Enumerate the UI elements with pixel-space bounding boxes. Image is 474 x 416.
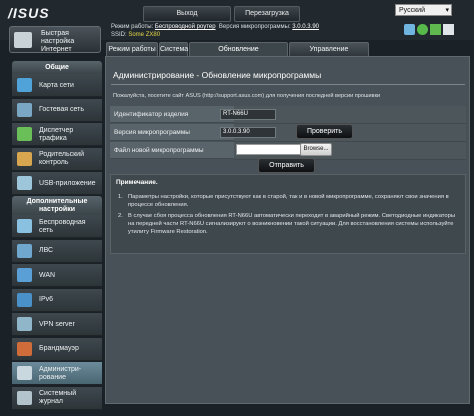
ipv6-icon xyxy=(17,292,32,307)
sidebar-item-label: Брандмауэр xyxy=(39,345,79,352)
vpn-icon xyxy=(17,317,32,331)
traffic-manager-icon xyxy=(17,127,32,141)
quick-setup-icon xyxy=(14,32,32,48)
sidebar-item-label: ЛВС xyxy=(39,247,54,254)
upload-button[interactable]: Отправить xyxy=(258,158,315,173)
sidebar-item-label: WAN xyxy=(39,271,56,279)
sidebar-item-ipv6[interactable]: IPv6 xyxy=(12,288,102,312)
status-icons xyxy=(404,24,470,36)
language-select[interactable]: Русский ▾ xyxy=(395,4,452,16)
title-divider xyxy=(111,84,465,85)
logout-button[interactable]: Выход xyxy=(143,6,231,22)
sidebar-item-system-log[interactable]: Системный журнал xyxy=(12,386,102,410)
ssid-value-2: ZX80 xyxy=(145,32,161,38)
note-item: 2. В случае сбоя процесса обновления RT-N… xyxy=(118,213,456,235)
usb-status-icon[interactable] xyxy=(430,24,441,35)
usb-icon xyxy=(17,176,32,190)
check-update-button[interactable]: Проверить xyxy=(296,124,353,139)
sidebar-item-lan[interactable]: ЛВС xyxy=(12,239,102,263)
sidebar-item-wan[interactable]: WAN xyxy=(12,264,102,287)
page-title: Администрирование - Обновление микропрог… xyxy=(113,70,322,80)
product-id-row: Идентификатор изделия RT-N66U xyxy=(110,106,466,124)
administration-icon xyxy=(17,366,32,380)
sidebar-item-wireless[interactable]: Беспроводная сеть xyxy=(12,215,102,238)
sidebar-item-administration[interactable]: Администри-рование xyxy=(12,362,102,385)
advanced-section-header: Дополнительные настройки xyxy=(12,196,102,215)
chevron-down-icon: ▾ xyxy=(445,7,449,14)
sidebar-item-label: USB-приложение xyxy=(39,179,96,187)
firmware-label: Версия микропрограммы: xyxy=(218,24,291,30)
guest-network-icon xyxy=(17,102,32,117)
notes-list: 1. Параметры настройки, которые присутств… xyxy=(116,193,461,239)
fw-version-value: 3.0.0.3.90 xyxy=(220,127,276,138)
sidebar-item-label: Гостевая сеть xyxy=(39,106,85,113)
sidebar-item-label: Карта сети xyxy=(39,81,74,89)
general-section-header: Общие xyxy=(12,61,102,74)
tab-operation-mode[interactable]: Режим работы xyxy=(106,42,158,56)
fw-version-label: Версия микропрограммы xyxy=(110,124,234,141)
sidebar-item-vpn[interactable]: VPN server xyxy=(12,313,102,336)
sidebar-item-label: Беспроводная сеть xyxy=(39,218,86,234)
router-info-line1: Режим работы: Беспроводной роутер Версия… xyxy=(111,24,319,30)
sidebar-item-label: Родительский контроль xyxy=(39,151,84,166)
support-hint: Пожалуйста, посетите сайт ASUS (http://s… xyxy=(113,93,381,99)
mode-value[interactable]: Беспроводной роутер xyxy=(155,24,216,30)
firmware-file-input[interactable] xyxy=(236,144,302,155)
wan-icon xyxy=(17,268,32,282)
system-log-icon xyxy=(17,390,32,405)
wireless-icon xyxy=(17,219,32,233)
product-id-label: Идентификатор изделия xyxy=(110,106,234,123)
tab-firmware-upgrade[interactable]: Обновление микропрограммы xyxy=(189,42,288,67)
browse-button[interactable]: Browse... xyxy=(300,143,332,156)
sidebar-item-firewall[interactable]: Брандмауэр xyxy=(12,337,102,361)
tab-system[interactable]: Система xyxy=(159,42,188,56)
sidebar-item-traffic-manager[interactable]: Диспетчер трафика xyxy=(12,123,102,146)
sidebar-item-label: VPN server xyxy=(39,320,75,328)
mode-label: Режим работы: xyxy=(111,24,154,30)
reboot-button[interactable]: Перезагрузка xyxy=(234,6,300,22)
fw-version-row: Версия микропрограммы 3.0.0.3.90 xyxy=(110,124,466,142)
app-status-icon[interactable] xyxy=(443,24,454,35)
firmware-value[interactable]: 3.0.0.3.90 xyxy=(292,24,319,30)
network-map-icon xyxy=(17,78,32,92)
language-value: Русский xyxy=(399,7,425,14)
new-fw-label: Файл новой микропрограммы xyxy=(110,142,234,159)
sidebar-item-usb[interactable]: USB-приложение xyxy=(12,172,102,195)
ssid-value-1: Some xyxy=(128,32,145,38)
sidebar-item-guest-network[interactable]: Гостевая сеть xyxy=(12,98,102,122)
quick-setup-label: Быстрая настройка Интернет xyxy=(41,30,75,53)
asus-logo: /ISUS xyxy=(8,5,50,21)
sidebar-item-label: IPv6 xyxy=(39,296,54,303)
tab-settings-management[interactable]: Управление настройками xyxy=(289,42,369,67)
ssid-label: SSID: xyxy=(111,32,127,38)
sidebar-item-label: Администри-рование xyxy=(39,365,82,381)
wireless-status-icon[interactable] xyxy=(417,24,428,35)
quick-setup-button[interactable]: Быстрая настройка Интернет xyxy=(9,26,101,53)
notes-title: Примечание. xyxy=(116,179,158,186)
firewall-icon xyxy=(17,341,32,356)
product-id-value: RT-N66U xyxy=(220,109,276,120)
lan-icon xyxy=(17,243,32,258)
sidebar-item-label: Системный журнал xyxy=(39,390,77,405)
router-info-line2: SSID: Some ZX80 xyxy=(111,32,160,38)
sidebar-item-network-map[interactable]: Карта сети xyxy=(12,74,102,97)
parental-control-icon xyxy=(17,151,32,166)
sidebar-item-label: Диспетчер трафика xyxy=(39,126,74,142)
wan-status-icon[interactable] xyxy=(404,24,415,35)
sidebar-item-parental-control[interactable]: Родительский контроль xyxy=(12,147,102,171)
note-item: 1. Параметры настройки, которые присутств… xyxy=(118,194,449,208)
